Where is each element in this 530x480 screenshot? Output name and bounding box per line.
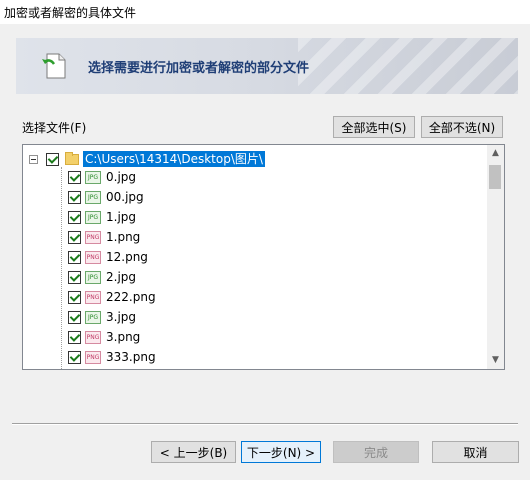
deselect-all-button[interactable]: 全部不选(N) <box>421 116 503 138</box>
footer-divider <box>12 423 518 425</box>
banner-text: 选择需要进行加密或者解密的部分文件 <box>88 61 310 76</box>
document-back-icon <box>42 53 66 79</box>
finish-button[interactable]: 完成 <box>333 441 419 463</box>
scroll-down-icon[interactable]: ▼ <box>487 352 504 369</box>
item-checkbox[interactable] <box>68 290 81 304</box>
png-file-icon: PNG <box>85 290 101 304</box>
jpg-file-icon: JPG <box>85 210 101 224</box>
file-name: 12.png <box>106 250 148 264</box>
title-bar: 加密或者解密的具体文件 <box>0 0 530 24</box>
vertical-scrollbar[interactable]: ▲ ▼ <box>487 145 504 369</box>
jpg-file-icon: JPG <box>85 170 101 184</box>
item-checkbox[interactable] <box>68 350 81 364</box>
png-file-icon: PNG <box>85 350 101 364</box>
jpg-file-icon: JPG <box>85 310 101 324</box>
select-files-label: 选择文件(F) <box>22 121 87 135</box>
item-checkbox[interactable] <box>68 230 81 244</box>
collapse-icon[interactable] <box>29 154 38 164</box>
item-checkbox[interactable] <box>68 190 81 204</box>
list-item[interactable]: PNG 333.png <box>68 347 156 367</box>
list-item[interactable]: PNG 12.png <box>68 247 156 267</box>
list-item[interactable]: JPG 2.jpg <box>68 267 156 287</box>
file-list: JPG 0.jpg JPG 00.jpg JPG 1.jpg PNG 1.png… <box>68 167 156 367</box>
file-name: 1.jpg <box>106 210 137 224</box>
item-checkbox[interactable] <box>68 250 81 264</box>
jpg-file-icon: JPG <box>85 270 101 284</box>
tree-connector <box>61 167 63 369</box>
item-checkbox[interactable] <box>68 270 81 284</box>
tree-root[interactable]: C:\Users\14314\Desktop\图片\ <box>29 150 265 168</box>
png-file-icon: PNG <box>85 250 101 264</box>
png-file-icon: PNG <box>85 330 101 344</box>
item-checkbox[interactable] <box>68 170 81 184</box>
file-name: 3.png <box>106 330 141 344</box>
file-name: 3.jpg <box>106 310 137 324</box>
jpg-file-icon: JPG <box>85 190 101 204</box>
list-item[interactable]: PNG 222.png <box>68 287 156 307</box>
file-name: 333.png <box>106 350 156 364</box>
scroll-thumb[interactable] <box>489 165 501 189</box>
cancel-button[interactable]: 取消 <box>432 441 519 463</box>
window-title: 加密或者解密的具体文件 <box>4 6 137 20</box>
item-checkbox[interactable] <box>68 330 81 344</box>
header-banner: 选择需要进行加密或者解密的部分文件 <box>16 38 518 94</box>
file-name: 222.png <box>106 290 156 304</box>
banner-decoration <box>298 38 518 94</box>
file-name: 1.png <box>106 230 141 244</box>
list-item[interactable]: PNG 1.png <box>68 227 156 247</box>
file-name: 00.jpg <box>106 190 144 204</box>
item-checkbox[interactable] <box>68 210 81 224</box>
back-button[interactable]: < 上一步(B) <box>151 441 236 463</box>
list-item[interactable]: JPG 3.jpg <box>68 307 156 327</box>
select-all-button[interactable]: 全部选中(S) <box>333 116 415 138</box>
root-path-label[interactable]: C:\Users\14314\Desktop\图片\ <box>83 151 265 167</box>
list-item[interactable]: JPG 00.jpg <box>68 187 156 207</box>
scroll-up-icon[interactable]: ▲ <box>487 145 504 162</box>
list-item[interactable]: JPG 1.jpg <box>68 207 156 227</box>
file-name: 2.jpg <box>106 270 137 284</box>
png-file-icon: PNG <box>85 230 101 244</box>
root-checkbox[interactable] <box>46 152 59 166</box>
list-item[interactable]: JPG 0.jpg <box>68 167 156 187</box>
folder-icon <box>65 151 79 165</box>
next-button[interactable]: 下一步(N) > <box>241 441 321 463</box>
file-name: 0.jpg <box>106 170 137 184</box>
list-item[interactable]: PNG 3.png <box>68 327 156 347</box>
file-tree[interactable]: C:\Users\14314\Desktop\图片\ JPG 0.jpg JPG… <box>22 144 505 370</box>
item-checkbox[interactable] <box>68 310 81 324</box>
